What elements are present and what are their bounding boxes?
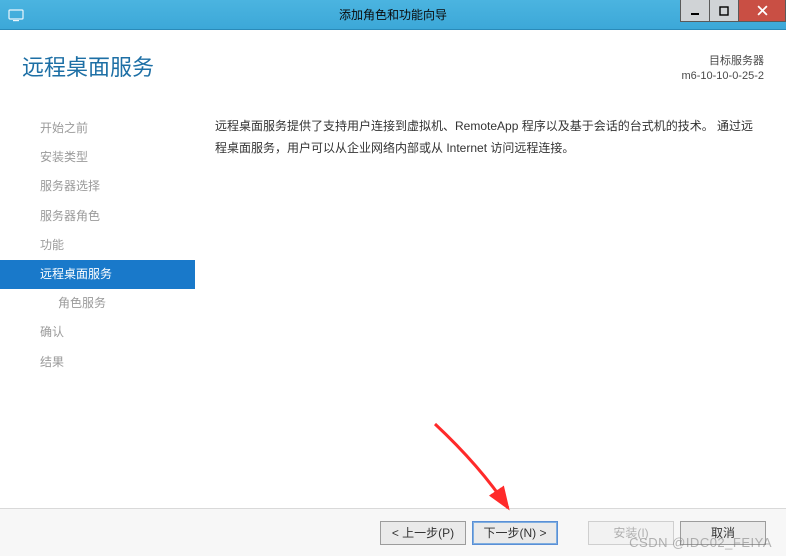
nav-install-type[interactable]: 安装类型 bbox=[0, 143, 195, 172]
cancel-button[interactable]: 取消 bbox=[680, 521, 766, 545]
install-button: 安装(I) bbox=[588, 521, 674, 545]
nav-server-selection[interactable]: 服务器选择 bbox=[0, 172, 195, 201]
title-bar: 添加角色和功能向导 bbox=[0, 0, 786, 30]
description-text: 远程桌面服务提供了支持用户连接到虚拟机、RemoteApp 程序以及基于会话的台… bbox=[195, 100, 786, 506]
wizard-sidebar: 开始之前 安装类型 服务器选择 服务器角色 功能 远程桌面服务 角色服务 确认 … bbox=[0, 100, 195, 506]
target-server-info: 目标服务器 m6-10-10-0-25-2 bbox=[681, 50, 764, 85]
header-row: 远程桌面服务 目标服务器 m6-10-10-0-25-2 bbox=[0, 30, 786, 85]
nav-server-roles[interactable]: 服务器角色 bbox=[0, 202, 195, 231]
wizard-content: 远程桌面服务 目标服务器 m6-10-10-0-25-2 开始之前 安装类型 服… bbox=[0, 30, 786, 556]
app-icon bbox=[6, 5, 26, 25]
nav-before-begin[interactable]: 开始之前 bbox=[0, 114, 195, 143]
close-button[interactable] bbox=[738, 0, 786, 22]
maximize-button[interactable] bbox=[709, 0, 739, 22]
page-title: 远程桌面服务 bbox=[22, 50, 154, 82]
target-server-label: 目标服务器 bbox=[681, 54, 764, 69]
previous-button[interactable]: < 上一步(P) bbox=[380, 521, 466, 545]
nav-features[interactable]: 功能 bbox=[0, 231, 195, 260]
main-area: 开始之前 安装类型 服务器选择 服务器角色 功能 远程桌面服务 角色服务 确认 … bbox=[0, 100, 786, 506]
button-bar: < 上一步(P) 下一步(N) > 安装(I) 取消 bbox=[0, 508, 786, 556]
nav-results[interactable]: 结果 bbox=[0, 348, 195, 377]
window-controls bbox=[681, 0, 786, 22]
nav-remote-desktop-services[interactable]: 远程桌面服务 bbox=[0, 260, 195, 289]
minimize-button[interactable] bbox=[680, 0, 710, 22]
window-title: 添加角色和功能向导 bbox=[339, 6, 447, 23]
next-button[interactable]: 下一步(N) > bbox=[472, 521, 558, 545]
target-server-name: m6-10-10-0-25-2 bbox=[681, 69, 764, 84]
nav-role-services[interactable]: 角色服务 bbox=[0, 289, 195, 318]
nav-confirmation[interactable]: 确认 bbox=[0, 318, 195, 347]
